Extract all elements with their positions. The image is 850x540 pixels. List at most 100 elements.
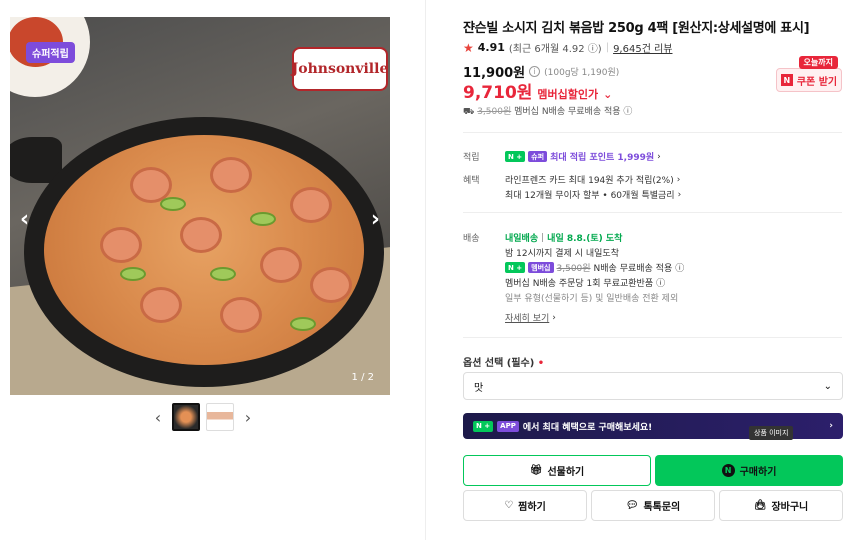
buy-label: 구매하기 [739,467,777,478]
app-chip: APP [497,420,519,432]
points-label: 적립 [463,153,480,163]
rating-score: 4.91 [477,41,505,54]
shipping-summary: ⛟ 3,500원 멤버십 N배송 무료배송 적용 ⓘ [463,104,632,118]
truck-icon: ⛟ [463,107,475,117]
thumbnail-strip: ‹ › [150,403,256,431]
sausage-shape [310,267,352,303]
thumbnail-2[interactable] [206,403,234,431]
divider [463,337,842,338]
option-label: 옵션 선택 (필수) • [463,354,544,369]
sausage-shape [220,297,262,333]
thumbnail-1[interactable] [172,403,200,431]
card-benefit-text: 라인프렌즈 카드 최대 194원 추가 적립(2%) [505,176,674,186]
wish-label: 찜하기 [518,502,546,513]
delivery-date: 내일 8.8.(토) 도착 [547,234,623,244]
member-price-label[interactable]: 멤버십할인가 [537,86,598,102]
sausage-shape [290,187,332,223]
talk-label: 톡톡문의 [643,502,681,513]
shopping-bag-icon: 👜︎ [753,500,767,511]
gift-label: 선물하기 [547,467,585,478]
divider [463,212,842,213]
chevron-right-icon: › [829,421,833,431]
recent-rating-text: (최근 6개월 4.92 [508,44,585,55]
benefits-label: 혜택 [463,176,480,186]
scallion-shape [250,212,276,226]
coupon-label: 쿠폰 받기 [796,76,838,88]
cart-button[interactable]: 👜︎ 장바구니 [719,490,843,521]
coupon-button[interactable]: N 쿠폰 받기 [776,68,842,92]
thumb-prev-arrow[interactable]: ‹ [150,408,166,427]
more-details-text: 자세히 보기 [505,314,550,324]
rating-row: ★ 4.91 (최근 6개월 4.92 ⓘ) | 9,645건 리뷰 [463,40,672,56]
shipping-orig-price: 3,500원 [477,107,512,117]
sausage-shape [210,157,252,193]
delivery-orig-price: 3,500원 [556,264,591,274]
scallion-shape [210,267,236,281]
unit-price: (100g당 1,190원) [544,68,620,78]
chat-bubble-icon: 💬︎ [625,500,639,511]
max-points-text: 최대 적립 포인트 1,999원 [550,153,655,163]
chevron-right-icon: › [677,189,682,200]
shipping-free-text: 멤버십 N배송 무료배송 적용 [514,107,621,117]
brand-logo-text: Johnsonville [291,61,389,77]
super-chip: 슈퍼 [528,151,548,162]
heart-icon: ♡ [504,500,514,511]
option-label-text: 옵션 선택 (필수) [463,358,535,369]
image-tooltip: 상품 이미지 [749,426,794,440]
delivery-sep: | [541,232,545,243]
installment-text: 최대 12개월 무이자 할부 • 60개월 특별금리 [505,191,675,201]
benefit-card-row[interactable]: 라인프렌즈 카드 최대 194원 추가 적립(2%) › [505,173,680,187]
review-count-link[interactable]: 9,645건 리뷰 [613,40,672,55]
recent-rating: (최근 6개월 4.92 ⓘ) [508,44,602,55]
app-promo-text: 에서 최대 혜택으로 구매해보세요! [522,422,653,433]
chevron-down-icon[interactable]: ⌄ [603,88,612,101]
tomorrow-delivery-badge: 내일배송 [505,234,539,244]
image-next-arrow[interactable]: › [371,207,380,232]
return-text: 멤버십 N배송 주문당 1회 무료교환반품 [505,279,654,289]
info-icon[interactable]: ⓘ [656,276,665,289]
chevron-down-icon: ⌄ [823,380,832,392]
delivery-return-row: 멤버십 N배송 주문당 1회 무료교환반품 ⓘ [505,276,665,289]
product-gallery: 슈퍼적립 Johnsonville ‹ › 1 / 2 ‹ › [0,0,426,540]
wishlist-button[interactable]: ♡ 찜하기 [463,490,587,521]
membership-chip: 멤버십 [528,262,554,273]
required-mark: • [537,358,545,369]
rating-divider: | [605,42,610,53]
cart-label: 장바구니 [771,502,809,513]
delivery-cutoff: 밤 12시까지 결제 시 내일도착 [505,249,619,259]
naver-plus-chip: N + [505,262,526,273]
benefit-installment-row[interactable]: 최대 12개월 무이자 할부 • 60개월 특별금리 › [505,188,682,202]
sausage-shape [260,247,302,283]
option-selected-value: 맛 [474,382,484,394]
image-prev-arrow[interactable]: ‹ [20,207,29,232]
delivery-free-row: N + 멤버십 3,500원 N배송 무료배송 적용 ⓘ [505,261,684,274]
chevron-right-icon: › [552,312,556,323]
naver-pay-icon: N [721,464,735,477]
points-row[interactable]: N + 슈퍼 최대 적립 포인트 1,999원 › [505,150,661,163]
chevron-right-icon: › [657,151,661,162]
scallion-shape [290,317,316,331]
member-price: 9,710원 [463,83,533,103]
image-pager: 1 / 2 [351,372,374,383]
sausage-shape [100,227,142,263]
info-icon[interactable]: ⓘ [675,261,684,274]
brand-logo: Johnsonville [292,47,388,91]
star-icon: ★ [463,40,474,55]
option-select[interactable]: 맛 ⌄ [463,372,843,400]
thumb-next-arrow[interactable]: › [240,408,256,427]
product-main-image[interactable]: 슈퍼적립 Johnsonville ‹ › 1 / 2 [10,17,390,395]
talk-inquiry-button[interactable]: 💬︎ 톡톡문의 [591,490,715,521]
product-title: 쟌슨빌 소시지 김치 볶음밥 250g 4팩 [원산지:상세설명에 표시] [463,21,810,36]
delivery-more-link[interactable]: 자세히 보기 › [505,311,556,325]
divider [463,132,842,133]
info-icon[interactable]: ⓘ [623,107,632,117]
scallion-shape [120,267,146,281]
info-icon[interactable]: i [529,66,541,77]
super-points-badge: 슈퍼적립 [26,42,75,63]
member-price-row: 9,710원 멤버십할인가 ⌄ [463,78,612,103]
buy-button[interactable]: N 구매하기 [655,455,843,486]
coupon-area: 오늘까지 N 쿠폰 받기 [776,56,842,92]
sausage-shape [140,287,182,323]
gift-button[interactable]: 🎁︎ 선물하기 [463,455,651,486]
delivery-date-row: 내일배송 | 내일 8.8.(토) 도착 [505,231,623,245]
